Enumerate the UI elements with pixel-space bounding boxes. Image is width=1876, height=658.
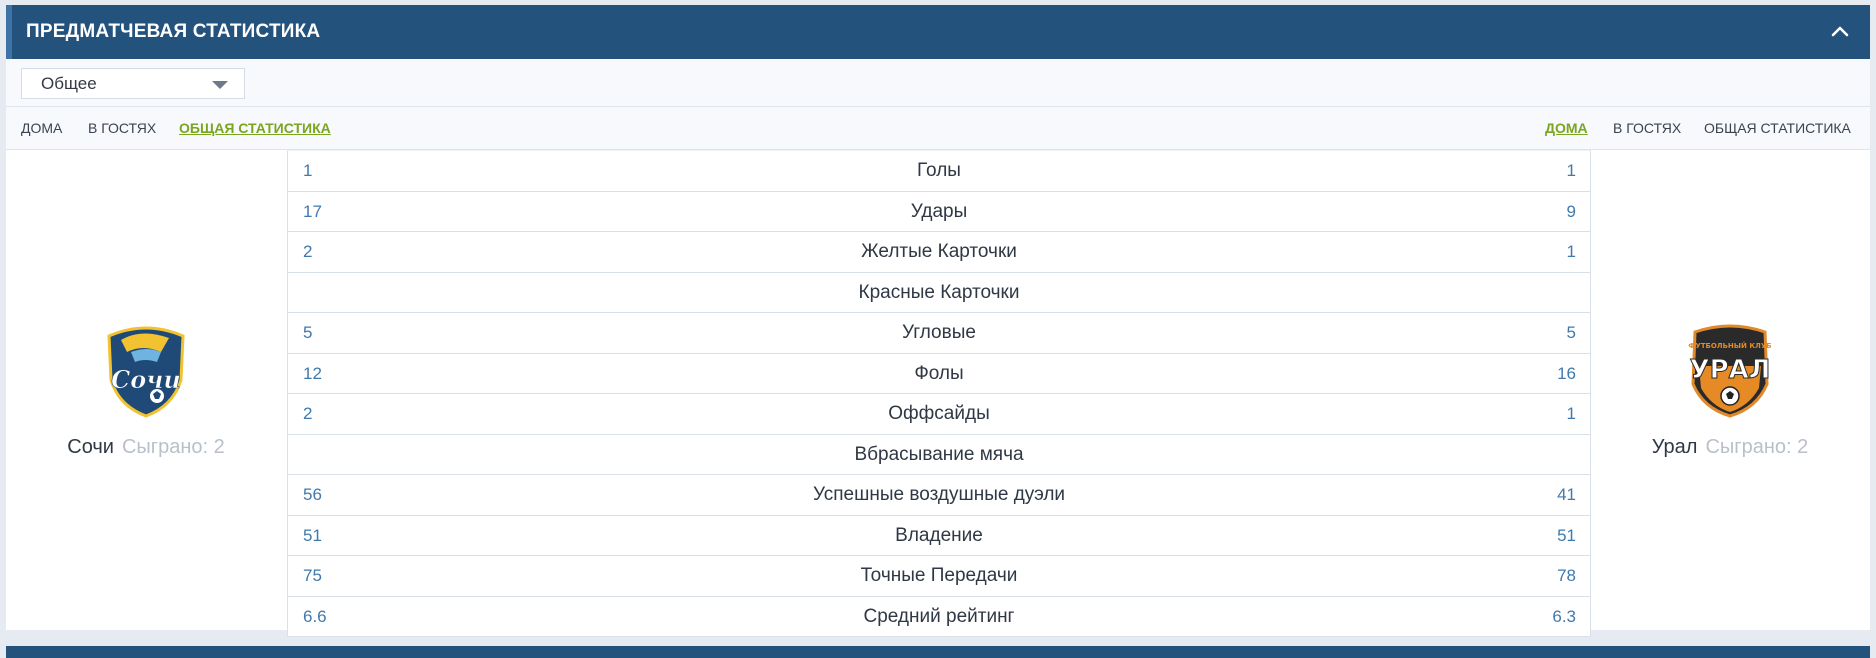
stat-label: Фолы (914, 362, 964, 384)
sochi-logo-text: Сочи (111, 365, 181, 394)
team-left: Сочи Сочи Сыграно: 2 (6, 150, 286, 630)
team-left-name: Сочи (67, 436, 114, 458)
stat-right-value: 9 (1566, 201, 1576, 221)
stat-row: 12 Фолы 16 (287, 353, 1591, 394)
stat-row: 75 Точные Передачи 78 (287, 556, 1591, 597)
stat-right-value: 1 (1566, 242, 1576, 261)
sochi-logo: Сочи (101, 322, 191, 418)
stat-label: Желтые Карточки (861, 241, 1017, 262)
stat-label: Угловые (902, 322, 976, 343)
team-right-played: Сыграно: 2 (1705, 436, 1809, 458)
stat-right-value: 1 (1566, 161, 1576, 180)
stats-table: 1 Голы 1 17 Удары 9 2 Желтые Карточки 1 Красные К… (287, 150, 1591, 637)
stat-right-value: 41 (1557, 485, 1576, 504)
stat-row: 5 Угловые 5 (287, 313, 1591, 354)
stat-row: Красные Карточки (287, 272, 1591, 313)
stat-right-value: 6.3 (1552, 606, 1576, 626)
stat-right-value: 51 (1557, 525, 1576, 545)
team-right-caption: Урал Сыграно: 2 (1590, 436, 1870, 459)
tab-left-home[interactable]: ДОМА (21, 107, 62, 149)
stat-right-value: 1 (1566, 404, 1576, 423)
ural-logo-text: УРАЛ (1690, 355, 1771, 385)
tab-left-away[interactable]: В ГОСТЯХ (88, 107, 156, 149)
panel-title: ПРЕДМАТЧЕВАЯ СТАТИСТИКА (26, 21, 321, 42)
stats-type-value: Общее (41, 74, 97, 93)
stat-label: Средний рейтинг (863, 605, 1015, 627)
team-right-name: Урал (1651, 436, 1698, 458)
prematch-stats-panel: ПРЕДМАТЧЕВАЯ СТАТИСТИКА Общее ДОМА В ГОС… (6, 5, 1870, 637)
team-left-caption: Сочи Сыграно: 2 (6, 436, 286, 459)
tabs-row: ДОМА В ГОСТЯХ ОБЩАЯ СТАТИСТИКА ДОМА В ГО… (6, 107, 1870, 150)
tab-right-overall[interactable]: ОБЩАЯ СТАТИСТИКА (1704, 107, 1851, 149)
stats-type-select[interactable]: Общее (21, 68, 245, 99)
stat-label: Точные Передачи (860, 565, 1018, 586)
stat-row: 2 Желтые Карточки 1 (287, 232, 1591, 273)
stat-label: Красные Карточки (858, 281, 1020, 303)
team-left-played: Сыграно: 2 (121, 436, 225, 458)
tab-right-home[interactable]: ДОМА (1545, 107, 1588, 149)
stat-row: 1 Голы 1 (287, 150, 1591, 192)
team-right: ФУТБОЛЬНЫЙ КЛУБ УРАЛ Урал Сыграно: 2 (1590, 150, 1870, 630)
stat-right-value: 5 (1566, 323, 1576, 342)
stat-row: Вбрасывание мяча (287, 434, 1591, 475)
stat-label: Голы (917, 160, 961, 181)
stat-label: Вбрасывание мяча (854, 443, 1024, 465)
caret-down-icon (212, 81, 228, 89)
stat-row: 6.6 Средний рейтинг 6.3 (287, 596, 1591, 637)
stat-row: 17 Удары 9 (287, 191, 1591, 232)
stat-label: Владение (895, 524, 983, 546)
stat-right-value: 78 (1557, 566, 1576, 585)
stats-content: Сочи Сочи Сыграно: 2 1 Голы 1 17 Удары 9 2 Желты… (6, 150, 1870, 637)
panel-header[interactable]: ПРЕДМАТЧЕВАЯ СТАТИСТИКА (6, 5, 1870, 59)
chevron-up-icon[interactable] (1828, 20, 1852, 44)
stat-row: 2 Оффсайды 1 (287, 394, 1591, 435)
stat-label: Успешные воздушные дуэли (812, 484, 1066, 505)
next-section-header[interactable] (6, 646, 1870, 658)
stat-row: 51 Владение 51 (287, 515, 1591, 556)
stat-row: 56 Успешные воздушные дуэли 41 (287, 475, 1591, 516)
stat-right-value: 16 (1557, 363, 1576, 383)
filter-row: Общее (6, 59, 1870, 107)
ural-logo: ФУТБОЛЬНЫЙ КЛУБ УРАЛ (1685, 322, 1775, 418)
stat-label: Удары (910, 200, 968, 222)
ural-logo-subtext: ФУТБОЛЬНЫЙ КЛУБ (1688, 341, 1771, 350)
tab-left-overall[interactable]: ОБЩАЯ СТАТИСТИКА (179, 107, 331, 149)
tab-right-away[interactable]: В ГОСТЯХ (1613, 107, 1681, 149)
stat-label: Оффсайды (888, 403, 990, 424)
